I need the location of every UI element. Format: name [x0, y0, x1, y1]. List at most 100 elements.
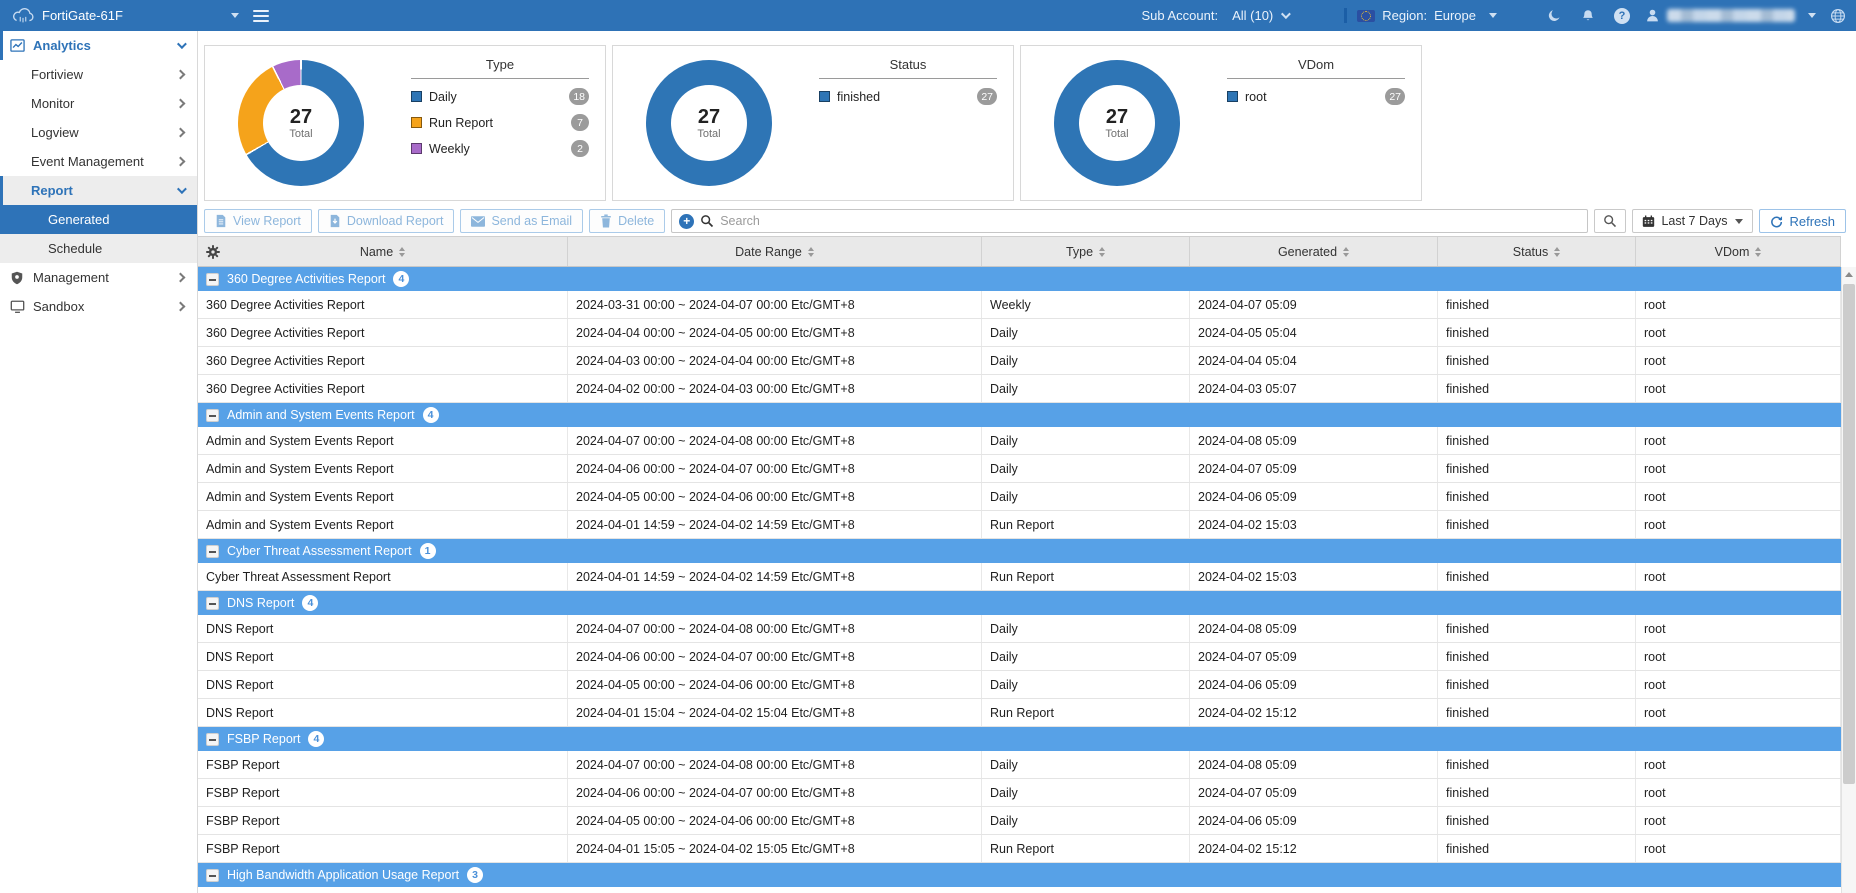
chart-card-status: 27 Total Status finished 27 [612, 45, 1014, 201]
table-row[interactable]: Admin and System Events Report 2024-04-06… [198, 455, 1841, 483]
collapse-icon[interactable] [206, 868, 219, 882]
legend-item[interactable]: Daily 18 [411, 88, 589, 105]
group-header-row[interactable]: High Bandwidth Application Usage Report 3 [198, 863, 1841, 887]
sidebar-item-sandbox[interactable]: Sandbox [0, 292, 197, 321]
column-header-vdom[interactable]: VDom [1636, 237, 1841, 266]
column-header-status[interactable]: Status [1438, 237, 1636, 266]
sidebar-item-generated[interactable]: Generated [0, 205, 197, 234]
table-cell: 2024-04-06 05:09 [1190, 671, 1438, 698]
shield-icon [10, 271, 27, 285]
email-button[interactable]: Send as Email [460, 209, 584, 233]
group-header-row[interactable]: DNS Report 4 [198, 591, 1841, 615]
table-cell: Run Report [982, 563, 1190, 590]
column-header-type[interactable]: Type [982, 237, 1190, 266]
table-cell: Admin and System Events Report [198, 427, 568, 454]
table-row[interactable]: 360 Degree Activities Report 2024-04-03 0… [198, 347, 1841, 375]
collapse-icon[interactable] [206, 544, 219, 558]
download-report-button[interactable]: Download Report [317, 209, 455, 233]
table-row[interactable]: 360 Degree Activities Report 2024-04-04 0… [198, 319, 1841, 347]
sidebar-item-management[interactable]: Management [0, 263, 197, 292]
sidebar-item-report[interactable]: Report [0, 176, 197, 205]
sidebar-item-logview[interactable]: Logview [0, 118, 197, 147]
legend-item[interactable]: root 27 [1227, 88, 1405, 105]
table-cell: Run Report [982, 699, 1190, 726]
table-row[interactable]: 360 Degree Activities Report 2024-03-31 0… [198, 291, 1841, 319]
legend-title: Status [819, 57, 997, 79]
donut-total-label: Total [697, 127, 721, 140]
scrollbar-thumb[interactable] [1843, 284, 1855, 784]
scroll-up-arrow[interactable] [1842, 267, 1856, 282]
table-row[interactable]: FSBP Report 2024-04-06 00:00 ~ 2024-04-07… [198, 779, 1841, 807]
sort-icon [1099, 246, 1106, 257]
table-row[interactable]: DNS Report 2024-04-01 15:04 ~ 2024-04-02 … [198, 699, 1841, 727]
sidebar-item-fortiview[interactable]: Fortiview [0, 60, 197, 89]
view-report-button[interactable]: View Report [204, 209, 312, 233]
sidebar-item-event-management[interactable]: Event Management [0, 147, 197, 176]
donut-chart[interactable]: 27 Total [646, 60, 772, 186]
column-header-name[interactable]: Name [198, 237, 568, 266]
table-row[interactable]: FSBP Report 2024-04-05 00:00 ~ 2024-04-06… [198, 807, 1841, 835]
help-icon[interactable]: ? [1605, 7, 1639, 24]
table-cell: root [1636, 751, 1841, 778]
table-row[interactable]: Admin and System Events Report 2024-04-07… [198, 427, 1841, 455]
table-row[interactable]: Admin and System Events Report 2024-04-05… [198, 483, 1841, 511]
table-cell: 360 Degree Activities Report [198, 347, 568, 374]
donut-chart[interactable]: 27 Total [1054, 60, 1180, 186]
table-row[interactable]: FSBP Report 2024-04-07 00:00 ~ 2024-04-08… [198, 751, 1841, 779]
delete-button[interactable]: Delete [589, 209, 666, 233]
collapse-icon[interactable] [206, 596, 219, 610]
table-row[interactable]: DNS Report 2024-04-06 00:00 ~ 2024-04-07 … [198, 643, 1841, 671]
table-row[interactable]: FSBP Report 2024-04-01 15:05 ~ 2024-04-02… [198, 835, 1841, 863]
group-header-row[interactable]: Cyber Threat Assessment Report 1 [198, 539, 1841, 563]
user-menu[interactable] [1645, 8, 1816, 23]
chevron-right-icon [175, 69, 186, 80]
vertical-scrollbar[interactable] [1841, 267, 1856, 893]
table-cell: root [1636, 375, 1841, 402]
globe-icon[interactable] [1830, 8, 1846, 24]
chart-legend: Status finished 27 [819, 46, 997, 200]
table-cell: 360 Degree Activities Report [198, 375, 568, 402]
table-row[interactable]: 360 Degree Activities Report 2024-04-02 0… [198, 375, 1841, 403]
device-selector[interactable]: FortiGate-61F [34, 8, 239, 23]
region-selector[interactable]: Region: Europe [1344, 8, 1497, 23]
table-cell: Daily [982, 779, 1190, 806]
menu-icon[interactable] [253, 9, 269, 22]
column-header-date-range[interactable]: Date Range [568, 237, 982, 266]
search-button[interactable] [1594, 209, 1627, 233]
donut-chart[interactable]: 27 Total [238, 60, 364, 186]
table-row[interactable]: Cyber Threat Assessment Report 2024-04-01… [198, 563, 1841, 591]
group-header-row[interactable]: FSBP Report 4 [198, 727, 1841, 751]
column-settings-gear-icon[interactable] [206, 245, 220, 262]
sub-account-selector[interactable]: Sub Account: All (10) [1141, 8, 1292, 23]
group-count-badge: 1 [419, 543, 436, 559]
sidebar-item-analytics[interactable]: Analytics [0, 31, 197, 60]
table-row[interactable]: Admin and System Events Report 2024-04-01… [198, 511, 1841, 539]
table-row[interactable]: DNS Report 2024-04-07 00:00 ~ 2024-04-08 … [198, 615, 1841, 643]
sidebar-item-schedule[interactable]: Schedule [0, 234, 197, 263]
sidebar-item-label: Schedule [48, 241, 103, 256]
bell-icon[interactable] [1571, 9, 1605, 23]
time-range-button[interactable]: Last 7 Days [1632, 209, 1754, 233]
moon-icon[interactable] [1537, 8, 1571, 23]
table-cell: root [1636, 455, 1841, 482]
email-icon [471, 215, 486, 227]
sidebar-item-label: Logview [31, 125, 79, 140]
collapse-icon[interactable] [206, 732, 219, 746]
legend-item[interactable]: Weekly 2 [411, 140, 589, 157]
table-cell: DNS Report [198, 699, 568, 726]
legend-item[interactable]: Run Report 7 [411, 114, 589, 131]
sidebar-item-monitor[interactable]: Monitor [0, 89, 197, 118]
refresh-button[interactable]: Refresh [1759, 209, 1846, 233]
group-header-row[interactable]: 360 Degree Activities Report 4 [198, 267, 1841, 291]
table-row[interactable]: DNS Report 2024-04-05 00:00 ~ 2024-04-06 … [198, 671, 1841, 699]
top-bar: FortiGate-61F Sub Account: All (10) Regi… [0, 0, 1856, 31]
legend-item[interactable]: finished 27 [819, 88, 997, 105]
table-cell: 2024-04-06 00:00 ~ 2024-04-07 00:00 Etc/… [568, 643, 982, 670]
sidebar-item-label: Report [31, 183, 73, 198]
collapse-icon[interactable] [206, 272, 219, 286]
search-input[interactable] [720, 214, 1581, 228]
column-header-generated[interactable]: Generated [1190, 237, 1438, 266]
collapse-icon[interactable] [206, 408, 219, 422]
add-filter-icon[interactable]: + [679, 213, 695, 229]
group-header-row[interactable]: Admin and System Events Report 4 [198, 403, 1841, 427]
